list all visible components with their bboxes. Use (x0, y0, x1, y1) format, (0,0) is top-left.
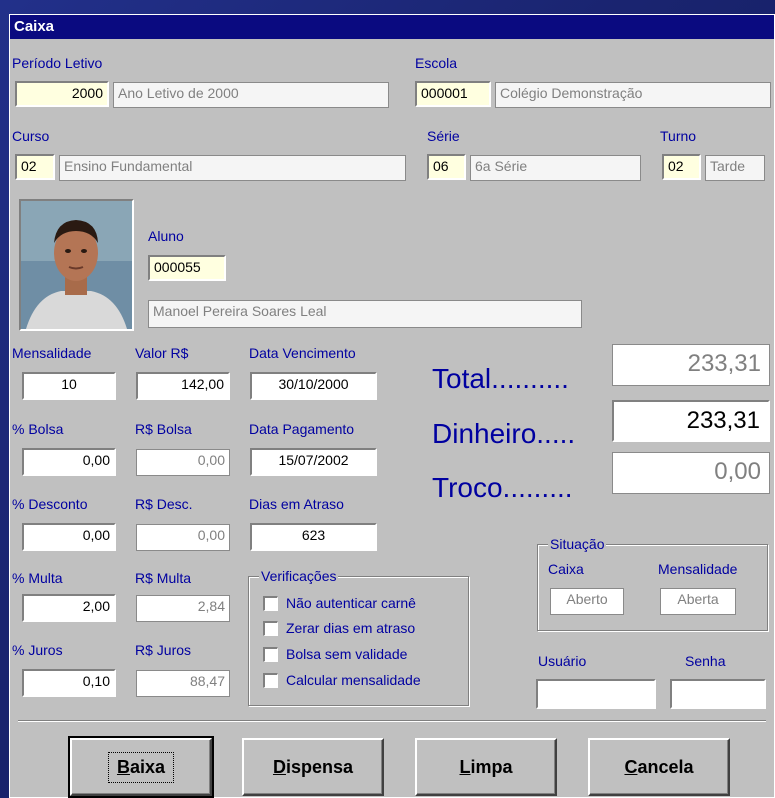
chk-nao-autenticar-label: Não autenticar carnê (286, 595, 416, 611)
checkbox-icon[interactable] (263, 672, 278, 688)
turno-desc-field: Tarde (705, 155, 765, 181)
cancela-button-mnemonic: C (624, 756, 638, 777)
rs-multa-field: 2,84 (136, 595, 230, 622)
troco-field: 0,00 (612, 452, 770, 494)
chk-bolsa-sem-validade[interactable]: Bolsa sem validade (263, 646, 407, 662)
senha-field[interactable] (670, 679, 766, 709)
checkbox-icon[interactable] (263, 620, 278, 636)
chk-nao-autenticar[interactable]: Não autenticar carnê (263, 595, 416, 611)
rs-multa-label: R$ Multa (135, 570, 192, 586)
periodo-label: Período Letivo (12, 55, 103, 71)
data-pagamento-field[interactable]: 15/07/2002 (250, 448, 377, 476)
verificacoes-title: Verificações (259, 568, 339, 584)
escola-code-field[interactable]: 000001 (415, 81, 491, 107)
rs-bolsa-field: 0,00 (136, 449, 230, 476)
pct-desconto-field[interactable]: 0,00 (22, 523, 116, 551)
dinheiro-label: Dinheiro..... (432, 418, 576, 449)
situacao-title: Situação (548, 536, 607, 552)
curso-desc-field: Ensino Fundamental (59, 155, 406, 181)
situacao-group: Situação Caixa Mensalidade Aberto Aberta (537, 536, 768, 631)
turno-label: Turno (660, 128, 697, 144)
rs-juros-label: R$ Juros (135, 642, 192, 658)
situacao-caixa-label: Caixa (548, 561, 584, 577)
escola-desc-field: Colégio Demonstração (495, 82, 771, 108)
valor-field[interactable]: 142,00 (136, 372, 230, 400)
cancela-button-label: ancela (637, 756, 694, 777)
dias-atraso-field[interactable]: 623 (250, 523, 377, 551)
total-field: 233,31 (612, 344, 770, 386)
curso-label: Curso (12, 128, 50, 144)
rs-juros-field: 88,47 (136, 670, 230, 697)
curso-code-field[interactable]: 02 (15, 154, 55, 180)
mensalidade-label: Mensalidade (12, 345, 92, 361)
rs-desc-field: 0,00 (136, 524, 230, 551)
situacao-mensalidade-label: Mensalidade (658, 561, 738, 577)
turno-code-field[interactable]: 02 (662, 154, 701, 180)
verificacoes-group: Verificações Não autenticar carnê Zerar … (248, 568, 469, 706)
pct-desconto-label: % Desconto (12, 496, 88, 512)
dispensa-button-label: ispensa (285, 756, 354, 777)
chk-calcular-mensalidade-label: Calcular mensalidade (286, 672, 421, 688)
separator (18, 720, 766, 722)
escola-label: Escola (415, 55, 458, 71)
pct-multa-field[interactable]: 2,00 (22, 594, 116, 622)
pct-juros-field[interactable]: 0,10 (22, 669, 116, 697)
serie-desc-field: 6a Série (470, 155, 641, 181)
situacao-mensalidade-field: Aberta (660, 588, 736, 615)
data-vencimento-label: Data Vencimento (249, 345, 356, 361)
aluno-code-field[interactable]: 000055 (148, 255, 226, 281)
senha-label: Senha (685, 653, 726, 669)
chk-zerar-dias[interactable]: Zerar dias em atraso (263, 620, 415, 636)
caixa-window: Caixa Período Letivo 2000 Ano Letivo de … (9, 14, 775, 798)
baixa-button[interactable]: Baixa (68, 736, 214, 798)
serie-code-field[interactable]: 06 (427, 154, 466, 180)
limpa-button-mnemonic: L (459, 756, 471, 777)
usuario-label: Usuário (538, 653, 587, 669)
troco-label: Troco......... (432, 472, 573, 503)
chk-calcular-mensalidade[interactable]: Calcular mensalidade (263, 672, 421, 688)
aluno-label: Aluno (148, 228, 184, 244)
usuario-field[interactable] (536, 679, 656, 709)
checkbox-icon[interactable] (263, 595, 278, 611)
total-label: Total.......... (432, 363, 569, 394)
data-pagamento-label: Data Pagamento (249, 421, 355, 437)
limpa-button-label: impa (470, 756, 513, 777)
rs-bolsa-label: R$ Bolsa (135, 421, 192, 437)
pct-multa-label: % Multa (12, 570, 63, 586)
student-photo (19, 199, 134, 331)
pct-juros-label: % Juros (12, 642, 63, 658)
dinheiro-field[interactable]: 233,31 (612, 400, 770, 442)
baixa-button-mnemonic: B (116, 756, 130, 777)
aluno-name-field: Manoel Pereira Soares Leal (148, 300, 582, 328)
cancela-button[interactable]: Cancela (588, 738, 730, 796)
periodo-desc-field: Ano Letivo de 2000 (113, 82, 389, 108)
mensalidade-field[interactable]: 10 (22, 372, 116, 400)
periodo-code-field[interactable]: 2000 (15, 81, 109, 107)
chk-bolsa-sem-validade-label: Bolsa sem validade (286, 646, 408, 662)
chk-zerar-dias-label: Zerar dias em atraso (286, 620, 416, 636)
pct-bolsa-label: % Bolsa (12, 421, 64, 437)
serie-label: Série (427, 128, 460, 144)
window-title: Caixa (10, 15, 774, 39)
checkbox-icon[interactable] (263, 646, 278, 662)
baixa-button-label: aixa (129, 756, 166, 777)
valor-label: Valor R$ (135, 345, 189, 361)
dispensa-button-mnemonic: D (272, 756, 286, 777)
pct-bolsa-field[interactable]: 0,00 (22, 448, 116, 476)
dispensa-button[interactable]: Dispensa (242, 738, 384, 796)
dias-atraso-label: Dias em Atraso (249, 496, 344, 512)
situacao-caixa-field: Aberto (550, 588, 624, 615)
data-vencimento-field[interactable]: 30/10/2000 (250, 372, 377, 400)
limpa-button[interactable]: Limpa (415, 738, 557, 796)
rs-desc-label: R$ Desc. (135, 496, 193, 512)
